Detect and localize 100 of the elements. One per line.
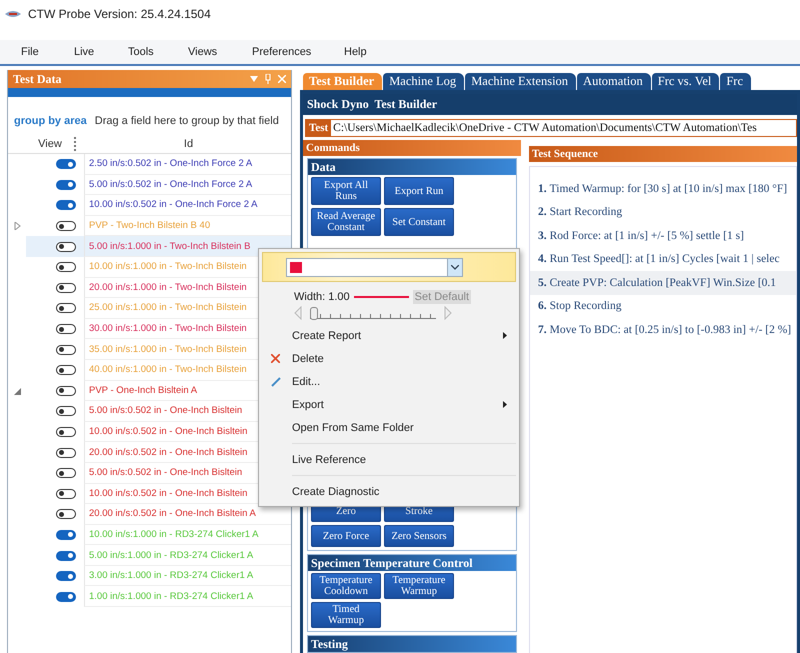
view-toggle[interactable] [56,550,76,561]
tab[interactable]: Machine Extension [465,73,576,90]
menu-item[interactable]: Live [74,46,128,58]
step-text: Create PVP: Calculation [PeakVF] Win.Size [0.1 [550,276,776,289]
sequence-step[interactable]: 7. Move To BDC: at [0.25 in/s] to [-0.983 in] +/- [2 %] [530,318,796,342]
delete-icon [271,354,280,363]
panel-title: Test Data [13,72,63,86]
width-slider[interactable] [310,307,436,319]
view-toggle[interactable] [56,344,76,355]
color-dropdown[interactable] [286,258,463,276]
test-path-field[interactable]: C:\Users\MichaelKadlecik\OneDrive - CTW Automation\Documents\CTW Automation\Tes [331,122,757,134]
step-text: Start Recording [550,206,622,218]
table-cell: 10.00 in/s:0.502 in - One-Inch Force 2 A [84,195,291,216]
submenu-arrow-icon [503,401,507,408]
view-toggle[interactable] [56,427,76,438]
column-header[interactable]: View [26,138,74,150]
tab[interactable]: Machine Log [383,73,464,90]
view-toggle[interactable] [56,242,76,252]
view-toggle[interactable] [56,282,76,293]
dropdown-button[interactable] [447,258,462,276]
view-toggle[interactable] [56,448,76,458]
group-title: Data [308,159,516,175]
table-cell: 3.00 in/s:1.000 in - RD3-274 Clicker1 A [84,566,291,586]
table-cell: 2.50 in/s:0.502 in - One-Inch Force 2 A [84,154,291,175]
view-toggle[interactable] [56,468,76,478]
tab[interactable]: Frc [720,73,752,90]
view-toggle[interactable] [56,200,76,210]
color-swatch [290,262,302,272]
step-text: Stop Recording [550,300,622,312]
command-button[interactable]: Temperature Cooldown [311,573,381,599]
step-text: Run Test Speed[]: at [1 in/s] Cycles [wait 1 | selec [550,253,780,266]
step-number: 1. [538,182,547,195]
pencil-icon [270,376,280,386]
group-by-label[interactable]: group by area [14,115,87,127]
selected-sequence-step[interactable]: 5. Create PVP: Calculation [PeakVF] Win.Size [0.1 [530,271,796,294]
table-cell: 1.00 in/s:1.000 in - RD3-274 Clicker1 A [84,586,291,608]
window-title: CTW Probe Version: 25.4.24.1504 [28,7,211,21]
menu-item[interactable]: Preferences [252,46,344,58]
builder-title: Shock Dyno Test Builder [303,94,797,115]
menu-item[interactable]: File [21,46,74,58]
view-toggle[interactable] [56,324,76,334]
command-button[interactable]: Set Constant [384,208,454,236]
step-text: Rod Force: at [1 in/s] +/- [5 %] settle [1 s] [550,230,744,242]
view-toggle[interactable] [56,365,76,376]
command-button[interactable]: Export All Runs [311,177,381,205]
line-sample [354,296,409,298]
view-toggle[interactable] [56,530,76,540]
app-logo-icon [4,8,22,20]
view-toggle[interactable] [56,592,76,602]
command-button[interactable]: Timed Warmup [311,602,381,628]
menu-item[interactable]: Help [344,46,367,58]
step-number: 3. [538,230,547,242]
view-toggle[interactable] [56,406,76,416]
table-cell: 5.00 in/s:0.502 in - One-Inch Force 2 A [84,174,291,196]
step-number: 2. [538,206,547,218]
sequence-step[interactable]: 3. Rod Force: at [1 in/s] +/- [5 %] settle [1 s] [530,224,796,248]
width-label: Width: 1.00 [294,291,350,303]
view-toggle[interactable] [56,159,76,170]
collapsed-triangle-icon[interactable] [14,222,20,230]
group-title: Testing [308,636,516,652]
command-button[interactable]: Temperature Warmup [384,573,454,599]
step-text: Timed Warmup: for [30 s] at [10 in/s] max [180 °F] [550,182,788,195]
command-button[interactable]: Zero Force [311,525,381,547]
sequence-step[interactable]: 6. Stop Recording [530,294,796,318]
step-text: Move To BDC: at [0.25 in/s] to [-0.983 in] +/- [2 %] [550,324,792,336]
sequence-step[interactable]: 2. Start Recording [530,200,796,224]
group-title: Specimen Temperature Control [308,555,516,571]
view-toggle[interactable] [56,386,76,396]
view-toggle[interactable] [56,488,76,499]
sequence-header: Test Sequence [529,146,797,162]
step-number: 5. [538,276,547,289]
sequence-step[interactable]: 4. Run Test Speed[]: at [1 in/s] Cycles [wait 1 | selec [530,248,796,271]
step-number: 6. [538,300,547,312]
commands-header: Commands [303,140,521,156]
command-button[interactable]: Read Average Constant [311,208,381,236]
view-toggle[interactable] [56,180,76,190]
menu-item[interactable]: Tools [128,46,188,58]
table-cell: 5.00 in/s:1.000 in - RD3-274 Clicker1 A [84,545,291,566]
submenu-arrow-icon [503,332,507,339]
view-toggle[interactable] [56,509,76,520]
slider-thumb[interactable] [310,307,318,320]
command-button[interactable]: Zero Sensors [384,525,454,547]
group-hint: Drag a field here to group by that field [94,115,279,127]
tab[interactable]: Frc vs. Vel [652,73,720,90]
command-button[interactable]: Export Run [384,177,454,205]
step-number: 7. [538,324,547,336]
table-cell: 10.00 in/s:1.000 in - RD3-274 Clicker1 A [84,524,291,546]
expanded-triangle-icon[interactable] [14,386,20,395]
view-toggle[interactable] [56,303,76,314]
view-toggle[interactable] [56,262,76,272]
menu-item[interactable]: Views [188,46,252,58]
tab[interactable]: Automation [577,73,651,90]
view-toggle[interactable] [56,571,76,582]
sequence-step[interactable]: 1. Timed Warmup: for [30 s] at [10 in/s] max [180 °F] [530,177,796,200]
test-label: Test [306,120,332,136]
chevron-icon [451,264,459,270]
step-number: 4. [538,253,547,266]
column-header[interactable]: Id [86,138,291,150]
table-cell: 5.00 in/s:1.000 in - Two-Inch Bilstein B [84,236,291,257]
view-toggle[interactable] [56,221,76,232]
